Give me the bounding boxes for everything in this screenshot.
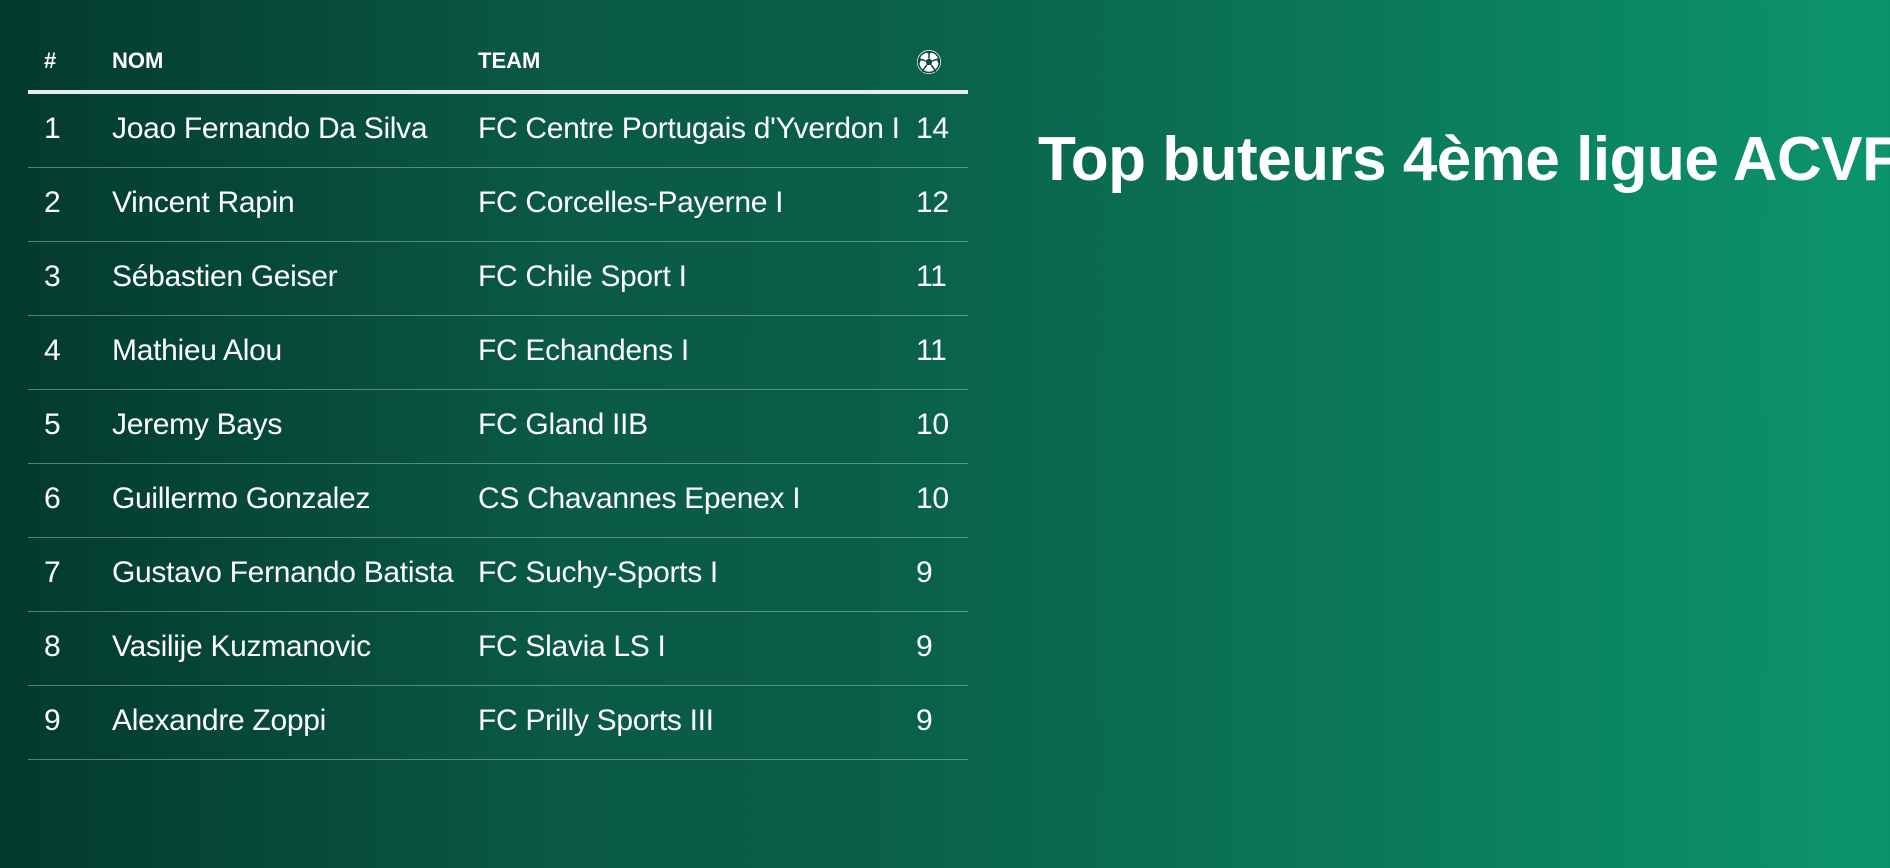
team-cell: FC Corcelles-Payerne I: [478, 167, 916, 242]
soccer-ball-icon: [917, 49, 941, 74]
rank-cell: 7: [28, 537, 112, 612]
rank-cell: 9: [28, 685, 112, 760]
player-name-cell: Sébastien Geiser: [112, 241, 478, 316]
table-row: 4 Mathieu Alou FC Echandens I 11: [28, 315, 968, 390]
table-row: 8 Vasilije Kuzmanovic FC Slavia LS I9: [28, 611, 968, 686]
table-row: 3 Sébastien Geiser FC Chile Sport I 11: [28, 241, 968, 316]
team-cell: FC Chile Sport I: [478, 241, 916, 316]
player-name-cell: Gustavo Fernando Batista: [112, 537, 478, 612]
table-body: 1 Joao Fernando Da Silva FC Centre Portuga…: [28, 92, 968, 760]
player-name-cell: Vasilije Kuzmanovic: [112, 611, 478, 686]
goals-cell: 12: [916, 167, 968, 242]
player-name-cell: Joao Fernando Da Silva: [112, 92, 478, 168]
team-cell: FC Slavia LS I: [478, 611, 916, 686]
table-row: 2 Vincent Rapin FC Corcelles-Payerne I 12: [28, 167, 968, 242]
rank-cell: 5: [28, 389, 112, 464]
rank-column-header: #: [28, 32, 112, 94]
table-row: 1 Joao Fernando Da Silva FC Centre Portuga…: [28, 92, 968, 168]
player-name-cell: Jeremy Bays: [112, 389, 478, 464]
rank-cell: 6: [28, 463, 112, 538]
header-row: # NOM TEAM: [28, 32, 968, 94]
rank-cell: 8: [28, 611, 112, 686]
player-name-cell: Alexandre Zoppi: [112, 685, 478, 760]
player-name-cell: Mathieu Alou: [112, 315, 478, 390]
goals-cell: 9: [916, 611, 968, 686]
page-title: Top buteurs 4ème ligue ACVF: [1038, 125, 1890, 194]
rank-cell: 2: [28, 167, 112, 242]
goals-cell: 11: [916, 315, 968, 390]
team-cell: FC Centre Portugais d'Yverdon I: [478, 92, 916, 168]
table-row: 5 Jeremy Bays FC Gland IIB 10: [28, 389, 968, 464]
name-column-header: NOM: [112, 32, 478, 94]
rank-cell: 3: [28, 241, 112, 316]
table-row: 7 Gustavo Fernando Batista FC Suchy-Sports…: [28, 537, 968, 612]
team-cell: FC Gland IIB: [478, 389, 916, 464]
goals-column-header: [916, 32, 968, 94]
team-cell: FC Suchy-Sports I: [478, 537, 916, 612]
team-column-header: TEAM: [478, 32, 916, 94]
rank-cell: 1: [28, 92, 112, 168]
goals-cell: 14: [916, 92, 968, 168]
player-name-cell: Vincent Rapin: [112, 167, 478, 242]
table-row: 6 Guillermo Gonzalez CS Chavannes Epenex I…: [28, 463, 968, 538]
table-header: # NOM TEAM: [28, 32, 968, 94]
player-name-cell: Guillermo Gonzalez: [112, 463, 478, 538]
team-cell: CS Chavannes Epenex I: [478, 463, 916, 538]
team-cell: FC Echandens I: [478, 315, 916, 390]
goals-cell: 11: [916, 241, 968, 316]
rank-cell: 4: [28, 315, 112, 390]
goals-cell: 10: [916, 463, 968, 538]
goals-cell: 9: [916, 537, 968, 612]
table-row: 9 Alexandre Zoppi FC Prilly Sports III 9: [28, 685, 968, 760]
top-scorers-table: # NOM TEAM 1 Joao Fernando Da Silva FC Cen…: [28, 32, 968, 760]
goals-cell: 10: [916, 389, 968, 464]
goals-cell: 9: [916, 685, 968, 760]
team-cell: FC Prilly Sports III: [478, 685, 916, 760]
